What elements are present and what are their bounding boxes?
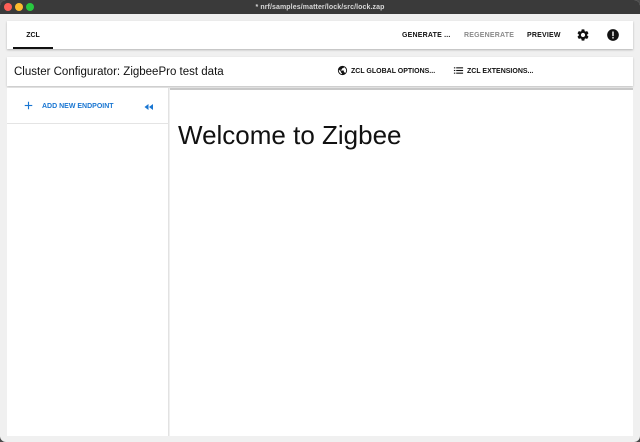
plus-icon — [24, 101, 33, 112]
window-close-button[interactable] — [4, 3, 12, 11]
window-title: * nrf/samples/matter/lock/src/lock.zap — [255, 3, 385, 11]
page-title: Cluster Configurator: ZigbeePro test dat… — [14, 65, 224, 78]
preview-button[interactable]: PREVIEW — [527, 21, 561, 49]
window-titlebar: * nrf/samples/matter/lock/src/lock.zap — [0, 0, 640, 14]
globe-icon — [337, 65, 348, 78]
window-maximize-button[interactable] — [26, 3, 34, 11]
double-chevron-left-icon[interactable] — [143, 100, 157, 112]
zcl-extensions-button[interactable]: ZCL EXTENSIONS... — [453, 57, 533, 86]
app-window: * nrf/samples/matter/lock/src/lock.zap Z… — [0, 0, 640, 442]
window-minimize-button[interactable] — [15, 3, 23, 11]
tab-zcl[interactable]: ZCL — [13, 21, 53, 49]
gear-icon[interactable] — [576, 28, 590, 42]
main-content: Welcome to Zigbee — [170, 90, 633, 436]
add-new-endpoint-button[interactable]: ADD NEW ENDPOINT — [24, 99, 114, 113]
top-toolbar: ZCL GENERATE ... REGENERATE PREVIEW — [7, 21, 633, 49]
cluster-configurator-bar: Cluster Configurator: ZigbeePro test dat… — [7, 57, 633, 86]
generate-button[interactable]: GENERATE ... — [402, 21, 451, 49]
zcl-global-options-button[interactable]: ZCL GLOBAL OPTIONS... — [337, 57, 435, 86]
endpoint-sidebar: ADD NEW ENDPOINT — [7, 88, 169, 436]
add-new-endpoint-label: ADD NEW ENDPOINT — [42, 102, 114, 110]
zcl-extensions-label: ZCL EXTENSIONS... — [467, 68, 534, 75]
tab-zcl-label: ZCL — [26, 31, 40, 39]
regenerate-button[interactable]: REGENERATE — [464, 21, 514, 49]
sidebar-header: ADD NEW ENDPOINT — [7, 88, 169, 124]
alert-icon[interactable] — [606, 28, 620, 42]
welcome-heading: Welcome to Zigbee — [178, 120, 402, 150]
list-icon — [453, 65, 464, 78]
zcl-global-options-label: ZCL GLOBAL OPTIONS... — [351, 68, 436, 75]
tab-active-indicator — [13, 47, 53, 49]
